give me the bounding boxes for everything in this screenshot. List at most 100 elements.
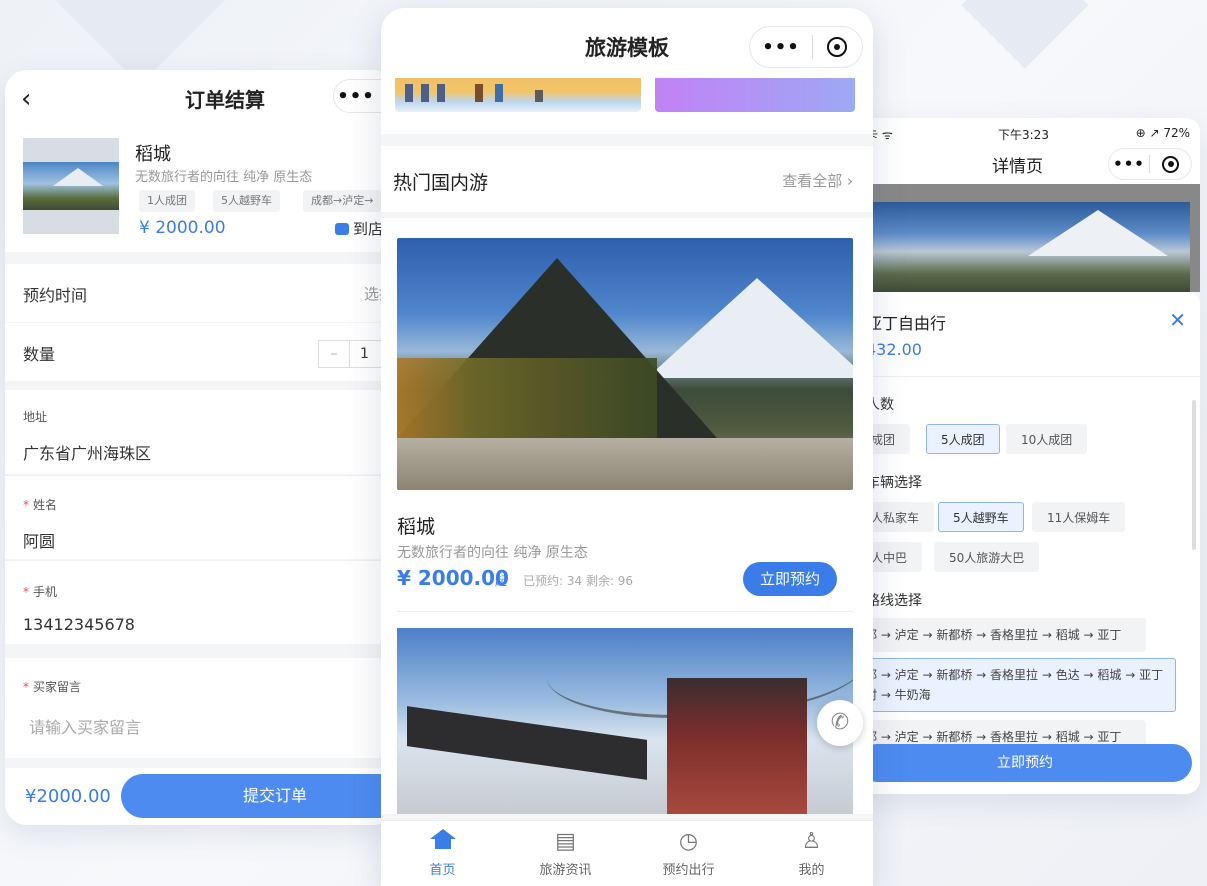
book-now-button[interactable]: 立即预约 [743, 562, 837, 596]
address-row[interactable]: 地址 广东省广州海珠区 [5, 390, 395, 474]
booking-time-row[interactable]: 预约时间 选择时 [5, 264, 395, 322]
people-option[interactable]: 10人成团 [1006, 424, 1088, 454]
clock-icon: ◷ [678, 829, 699, 854]
trip-photo[interactable] [397, 238, 853, 490]
quantity-value[interactable]: 1 [349, 341, 379, 367]
nav-bar: ‹ 订单结算 ••• [5, 70, 395, 126]
message-label-text: 买家留言 [33, 680, 82, 694]
trip-price: ¥ 2000.00 [397, 566, 509, 590]
booking-stats: 已预约: 34 剩余: 96 [523, 574, 634, 588]
close-icon[interactable]: ✕ [1169, 308, 1186, 332]
home-icon [429, 829, 456, 849]
status-bar: 卡 ᯤ 下午3:23 ⊕ ↗ 72% [858, 118, 1200, 146]
store-label: 到店 [353, 220, 384, 238]
trip-photo[interactable] [397, 628, 853, 814]
route-section-label: 路线选择 [866, 593, 922, 609]
mini-program-capsule[interactable]: ••• [1108, 148, 1192, 180]
submit-order-button[interactable]: 提交订单 [121, 774, 395, 818]
more-icon[interactable]: ••• [750, 37, 812, 58]
required-mark: * [23, 498, 29, 512]
name-row[interactable]: * 姓名 阿圆 [5, 475, 395, 559]
product-desc: 无数旅行者的向往 纯净 原生态 [135, 170, 313, 185]
divider [397, 611, 853, 612]
message-input[interactable]: 请输入买家留言 [29, 714, 141, 738]
close-miniprogram-icon[interactable] [1162, 155, 1179, 173]
vehicle-option[interactable]: 11人保姆车 [1032, 502, 1126, 532]
tab-label: 首页 [429, 863, 456, 878]
close-miniprogram-icon[interactable] [827, 37, 847, 57]
book-now-button[interactable]: 立即预约 [858, 744, 1192, 782]
required-mark: * [23, 585, 29, 599]
phone-field[interactable]: 13412345678 [23, 615, 135, 634]
tab-booking[interactable]: ◷ 预约出行 [627, 821, 750, 886]
document-icon: ▤ [555, 829, 576, 854]
background-shape [961, 0, 1089, 69]
product-tag: 1人成团 [139, 190, 195, 212]
sheet-price: 432.00 [866, 340, 922, 359]
vehicle-option[interactable]: 50人旅游大巴 [934, 542, 1040, 572]
phone-label: * 手机 [23, 583, 57, 600]
page-title: 订单结算 [185, 88, 265, 112]
section-title: 热门国内游 [393, 172, 489, 194]
see-all-link[interactable]: 查看全部 › [782, 170, 853, 191]
tab-bar: 首页 ▤ 旅游资讯 ◷ 预约出行 ♙ 我的 [381, 820, 873, 886]
name-label-text: 姓名 [33, 498, 58, 512]
vehicle-option-selected[interactable]: 5人越野车 [938, 502, 1024, 532]
tab-label: 我的 [798, 863, 825, 878]
name-field[interactable]: 阿圆 [23, 528, 55, 552]
address-label: 地址 [23, 410, 48, 424]
product-tag: 5人越野车 [213, 190, 280, 212]
banner-image[interactable] [395, 78, 641, 112]
quantity-label: 数量 [23, 345, 56, 364]
phone-icon[interactable]: ✆ [817, 700, 863, 746]
user-icon: ♙ [801, 829, 822, 854]
sheet-title: 亚丁自由行 [866, 314, 947, 333]
booking-time-label: 预约时间 [23, 286, 88, 305]
message-row[interactable]: * 买家留言 请输入买家留言 [5, 658, 395, 758]
more-icon[interactable]: ••• [334, 86, 378, 107]
product-thumbnail [23, 138, 119, 234]
tab-label: 预约出行 [662, 863, 715, 878]
product-card: 稻城 无数旅行者的向往 纯净 原生态 1人成团 5人越野车 成都→泸定→ ¥ 2… [5, 126, 395, 252]
message-label: * 买家留言 [23, 678, 81, 695]
section-header: 热门国内游 查看全部 › [381, 146, 873, 212]
divider [858, 376, 1200, 377]
banner-carousel[interactable] [381, 78, 873, 134]
order-checkout-screen: ‹ 订单结算 ••• 稻城 无数旅行者的向往 纯净 原生态 1人成团 5人越野车… [5, 70, 395, 825]
travel-home-screen: 旅游模板 ••• 热门国内游 查看全部 › 稻城 无数旅行者的向往 纯净 原生态… [381, 8, 873, 886]
tab-home[interactable]: 首页 [381, 821, 504, 886]
scrollbar[interactable] [1192, 400, 1196, 550]
status-time: 下午3:23 [998, 128, 1049, 142]
phone-row[interactable]: * 手机 13412345678 [5, 560, 395, 644]
route-option-selected[interactable]: 都 → 泸定 → 新都桥 → 香格里拉 → 色达 → 稻城 → 亚丁村 → 牛奶… [858, 658, 1176, 712]
mini-program-capsule[interactable]: ••• [749, 26, 863, 68]
capsule-divider [1149, 155, 1150, 173]
phone-label-text: 手机 [33, 585, 58, 599]
battery-indicator: ⊕ ↗ 72% [1135, 126, 1190, 140]
price-suffix: 起 [495, 574, 508, 588]
name-label: * 姓名 [23, 496, 57, 513]
people-option-selected[interactable]: 5人成团 [926, 424, 1000, 454]
banner-image[interactable] [655, 78, 855, 112]
nav-bar: 旅游模板 ••• [381, 8, 873, 78]
required-mark: * [23, 680, 29, 694]
trip-desc: 无数旅行者的向往 纯净 原生态 [397, 545, 588, 561]
tab-mine[interactable]: ♙ 我的 [750, 821, 873, 886]
tab-label: 旅游资讯 [539, 863, 592, 878]
more-icon[interactable]: ••• [1109, 155, 1149, 173]
option-sheet: 亚丁自由行 ✕ 432.00 人数 成团 5人成团 10人成团 车辆选择 人私家… [858, 292, 1200, 794]
decrement-button[interactable]: – [319, 341, 349, 367]
address-value[interactable]: 广东省广州海珠区 [23, 440, 151, 464]
store-badge: 到店 [335, 218, 383, 239]
product-name: 稻城 [135, 144, 171, 165]
back-icon[interactable]: ‹ [21, 84, 31, 114]
quantity-row: 数量 – 1 [5, 323, 395, 381]
trip-name[interactable]: 稻城 [397, 512, 435, 539]
route-option[interactable]: 都 → 泸定 → 新都桥 → 香格里拉 → 稻城 → 亚丁 [858, 618, 1146, 652]
trip-list: 稻城 无数旅行者的向往 纯净 原生态 ¥ 2000.00 起 已预约: 34 剩… [381, 218, 873, 814]
store-icon [335, 223, 349, 235]
tab-travel-news[interactable]: ▤ 旅游资讯 [504, 821, 627, 886]
product-tag: 成都→泸定→ [303, 190, 382, 212]
vehicle-section-label: 车辆选择 [866, 475, 922, 491]
detail-screen: 卡 ᯤ 下午3:23 ⊕ ↗ 72% 详情页 ••• 亚丁自由行 ✕ 432.0… [858, 118, 1200, 794]
